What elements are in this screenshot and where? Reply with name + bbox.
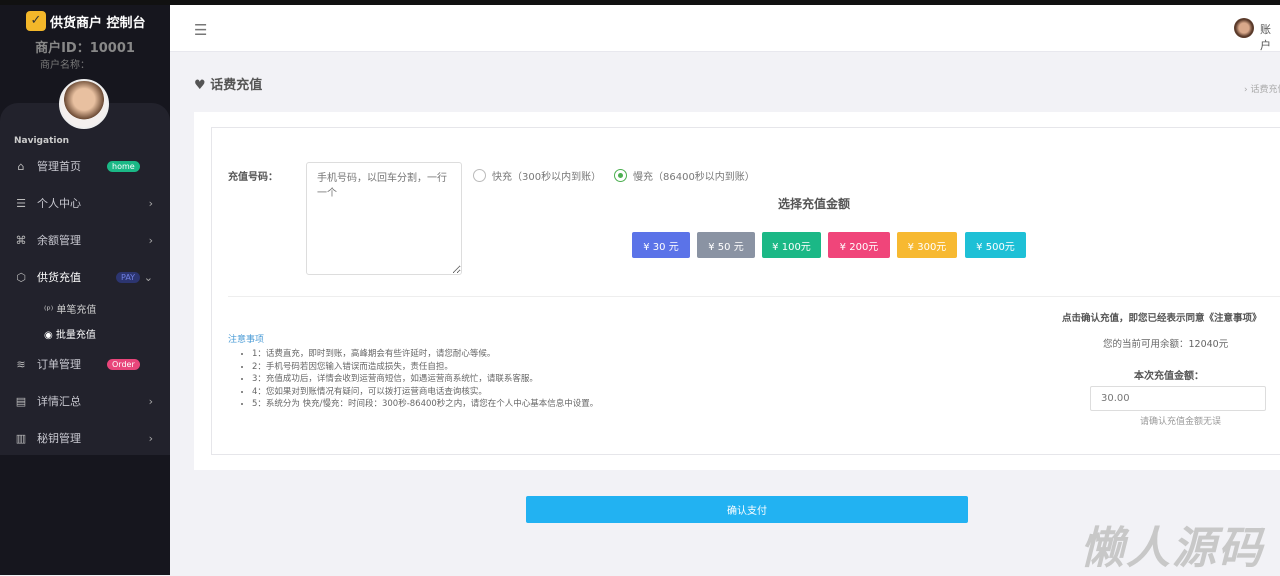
chevron-right-icon: ›	[148, 196, 153, 210]
amount-300-button[interactable]: ¥ 300元	[897, 232, 957, 258]
logo-icon: ✓	[26, 11, 46, 31]
avatar[interactable]	[59, 79, 109, 129]
chevron-right-icon: ›	[148, 431, 153, 445]
sidebar-item-details[interactable]: ▤ 详情汇总 ›	[0, 386, 170, 416]
amount-200-button[interactable]: ¥ 200元	[828, 232, 890, 258]
radio-slow[interactable]: 慢充（86400秒以内到账）	[614, 168, 755, 183]
command-icon: ⌘	[15, 233, 27, 247]
radio-label: 慢充（86400秒以内到账）	[633, 172, 755, 183]
amount-30-button[interactable]: ¥ 30 元	[632, 232, 690, 258]
notes-title: 注意事项	[228, 335, 265, 345]
number-label: 充值号码：	[228, 172, 278, 183]
sidebar: ✓ 供货商户 控制台 商户ID：10001 商户名称： Navigation ⌂ 管…	[0, 5, 170, 575]
sidebar-subitem-batch[interactable]: ◉ 批量充值	[44, 326, 96, 341]
amount-500-button[interactable]: ¥ 500元	[965, 232, 1026, 258]
balance-text: 您的当前可用余额：12040元	[1103, 339, 1229, 350]
nav-title: Navigation	[14, 136, 70, 146]
sidebar-item-orders[interactable]: ≋ 订单管理 Order	[0, 349, 170, 379]
sidebar-item-label: 订单管理	[37, 358, 81, 371]
notes-list: 1：话费直充，即时到账，高峰期会有些许延时，请您耐心等候。 2：手机号码若因您输…	[242, 348, 598, 411]
sidebar-item-keys[interactable]: ▥ 秘钥管理 ›	[0, 423, 170, 453]
map-icon: ▥	[15, 431, 27, 445]
confirm-hint: 请确认充值金额无误	[1140, 417, 1222, 427]
home-icon: ⌂	[17, 159, 25, 173]
layers-icon: ≋	[16, 357, 26, 371]
watermark: 懒人源码	[1080, 523, 1264, 574]
this-amount-label: 本次充值金额：	[1134, 371, 1204, 382]
sidebar-item-label: 个人中心	[37, 197, 81, 210]
amount-input[interactable]	[1090, 386, 1266, 411]
breadcrumb[interactable]: › 话费充值	[1244, 82, 1280, 95]
divider	[228, 296, 1280, 297]
confirm-pay-button[interactable]: 确认支付	[526, 496, 968, 523]
menu-icon[interactable]: ☰	[194, 21, 207, 39]
list-icon: ☰	[16, 196, 26, 210]
sub-label: 批量充值	[55, 330, 96, 341]
sidebar-item-label: 详情汇总	[37, 395, 81, 408]
note-item: 2：手机号码若因您输入错误而造成损失，责任自担。	[252, 361, 598, 374]
chevron-down-icon: ⌄	[143, 270, 153, 284]
sidebar-item-label: 管理首页	[37, 160, 81, 173]
sidebar-item-label: 余额管理	[37, 234, 81, 247]
note-item: 3：充值成功后，详情会收到运营商短信，如遇运营商系统忙，请联系客服。	[252, 373, 598, 386]
number-input[interactable]	[306, 162, 462, 275]
page-title: ♥ 话费充值	[194, 74, 262, 93]
radio-fast[interactable]: 快充（300秒以内到账）	[473, 168, 601, 183]
recharge-card: 充值号码： 快充（300秒以内到账） 慢充（86400秒以内到账） 选择充值金额…	[194, 112, 1280, 470]
recharge-form: 充值号码： 快充（300秒以内到账） 慢充（86400秒以内到账） 选择充值金额…	[211, 127, 1280, 455]
radio-circle[interactable]	[614, 169, 627, 182]
sidebar-subitem-single[interactable]: ⁽ᵖ⁾ 单笔充值	[44, 301, 96, 316]
note-item: 4：您如果对到账情况有疑问，可以拨打运营商电话查询核实。	[252, 386, 598, 399]
badge-order: Order	[107, 358, 140, 370]
note-item: 5：系统分为 快充/慢充：时间段：300秒-86400秒之内，请您在个人中心基本…	[252, 398, 598, 411]
sidebar-item-balance[interactable]: ⌘ 余额管理 ›	[0, 225, 170, 255]
sidebar-item-profile[interactable]: ☰ 个人中心 ›	[0, 188, 170, 218]
user-avatar[interactable]	[1234, 18, 1254, 38]
page-title-text: 话费充值	[210, 78, 263, 93]
radio-label: 快充（300秒以内到账）	[492, 172, 602, 183]
amount-100-button[interactable]: ¥ 100元	[762, 232, 821, 258]
account-menu[interactable]: 账户	[1260, 21, 1280, 53]
signal-icon: ⁽ᵖ⁾	[44, 305, 54, 316]
agree-text: 点击确认充值，即您已经表示同意《注意事项》	[1062, 313, 1262, 324]
circle-icon: ◉	[44, 330, 53, 341]
sub-label: 单笔充值	[56, 305, 97, 316]
note-item: 1：话费直充，即时到账，高峰期会有些许延时，请您耐心等候。	[252, 348, 598, 361]
sidebar-item-recharge[interactable]: ⬡ 供货充值 PAY ⌄	[0, 262, 170, 292]
badge-pay: PAY	[116, 271, 141, 283]
merchant-name: 商户名称：	[40, 60, 90, 71]
merchant-id: 商户ID：10001	[35, 41, 135, 56]
amount-50-button[interactable]: ¥ 50 元	[697, 232, 755, 258]
heart-icon: ♥	[194, 78, 206, 93]
chevron-right-icon: ›	[148, 233, 153, 247]
sidebar-item-home[interactable]: ⌂ 管理首页 home	[0, 151, 170, 181]
choose-amount-title: 选择充值金额	[778, 197, 851, 211]
header: ☰ 账户	[170, 5, 1280, 52]
document-icon: ▤	[15, 394, 27, 408]
box-icon: ⬡	[16, 270, 26, 284]
badge-home: home	[107, 160, 140, 172]
brand: ✓ 供货商户 控制台	[26, 11, 146, 31]
radio-circle[interactable]	[473, 169, 486, 182]
sidebar-item-label: 秘钥管理	[37, 432, 81, 445]
sidebar-item-label: 供货充值	[37, 271, 81, 284]
brand-title: 供货商户 控制台	[50, 15, 146, 31]
chevron-right-icon: ›	[148, 394, 153, 408]
